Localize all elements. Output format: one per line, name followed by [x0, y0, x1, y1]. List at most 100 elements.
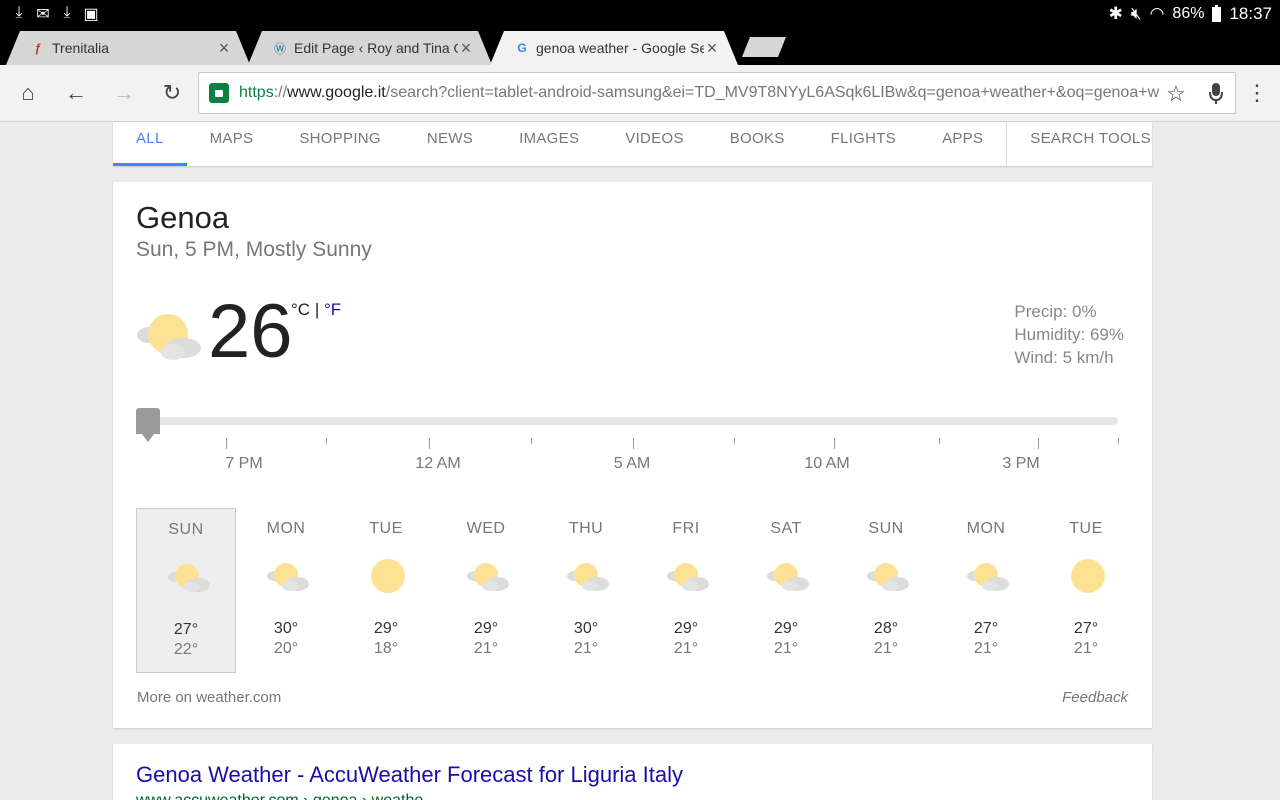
status-bar: ⤓ ✉ ⤓ ▣ ✱ 🔇︎ ◠ 86% 18:37 [0, 0, 1280, 28]
forecast-day[interactable]: FRI 29° 21° [636, 508, 736, 673]
battery-icon [1212, 4, 1222, 22]
hourly-slider-track[interactable] [137, 417, 1118, 425]
high-temp: 27° [1073, 620, 1099, 637]
tab-all[interactable]: ALL [113, 122, 187, 166]
weather-details: Precip: 0% Humidity: 69% Wind: 5 km/h [1014, 300, 1124, 369]
forward-icon[interactable]: → [110, 79, 138, 107]
page-content: ALL MAPS SHOPPING NEWS IMAGES VIDEOS BOO… [0, 122, 1280, 800]
day-name: SUN [868, 520, 904, 537]
notification-icons: ⤓ ✉ ⤓ ▣ [10, 4, 100, 24]
feedback-link[interactable]: Feedback [1062, 689, 1128, 706]
tab-videos[interactable]: VIDEOS [602, 122, 706, 166]
timeline-label: 7 PM [225, 455, 263, 472]
low-temp: 22° [173, 641, 199, 658]
forecast-day[interactable]: MON 30° 20° [236, 508, 336, 673]
high-temp: 29° [773, 620, 799, 637]
reload-icon[interactable]: ↻ [158, 79, 186, 107]
forecast-day[interactable]: TUE 29° 18° [336, 508, 436, 673]
tab-books[interactable]: BOOKS [707, 122, 808, 166]
forecast-day[interactable]: THU 30° 21° [536, 508, 636, 673]
unit-fahrenheit[interactable]: °F [324, 300, 341, 319]
tab-search-tools[interactable]: SEARCH TOOLS [1006, 122, 1152, 166]
search-result: Genoa Weather - AccuWeather Forecast for… [113, 744, 1152, 800]
wordpress-icon: Ⓦ [273, 41, 286, 56]
tab-strip: ƒ Trenitalia × Ⓦ Edit Page ‹ Roy and Tin… [0, 28, 1280, 65]
email-icon: ✉ [36, 6, 50, 23]
low-temp: 21° [1073, 640, 1099, 657]
menu-icon[interactable]: ⋮ [1243, 79, 1271, 107]
forecast-day[interactable]: MON 27° 21° [936, 508, 1036, 673]
precip: Precip: 0% [1014, 302, 1097, 321]
forecast-day[interactable]: WED 29° 21° [436, 508, 536, 673]
result-title-link[interactable]: Genoa Weather - AccuWeather Forecast for… [136, 762, 683, 788]
hourly-slider-thumb[interactable] [136, 408, 160, 442]
low-temp: 21° [473, 640, 499, 657]
partly-sunny-icon [267, 563, 310, 591]
tab-title: genoa weather - Google Sear [536, 40, 704, 56]
address-bar[interactable]: https://www.google.it/search?client=tabl… [198, 72, 1236, 114]
timeline-label: 10 AM [804, 455, 850, 472]
partly-sunny-icon [667, 563, 710, 591]
tab-edit-page[interactable]: Ⓦ Edit Page ‹ Roy and Tina Out × [248, 31, 492, 65]
partly-sunny-icon [967, 563, 1010, 591]
daily-forecast: SUN 27° 22° MON 30° 20° TUE 29° 18° WED 29° 21° THU 3… [136, 508, 1136, 674]
low-temp: 18° [373, 640, 399, 657]
home-icon[interactable]: ⌂ [14, 79, 42, 107]
high-temp: 27° [173, 621, 199, 638]
tab-images[interactable]: IMAGES [496, 122, 602, 166]
lock-icon [209, 83, 229, 103]
slider-tick [326, 438, 327, 444]
trenitalia-icon: ƒ [34, 41, 42, 55]
tab-flights[interactable]: FLIGHTS [808, 122, 919, 166]
back-icon[interactable]: ← [62, 79, 90, 107]
url-text[interactable]: https://www.google.it/search?client=tabl… [239, 84, 1159, 102]
unit-celsius[interactable]: °C [291, 300, 310, 319]
high-temp: 29° [373, 620, 399, 637]
high-temp: 27° [973, 620, 999, 637]
tab-news[interactable]: NEWS [404, 122, 496, 166]
close-icon[interactable]: × [704, 38, 720, 59]
wind: Wind: 5 km/h [1014, 348, 1114, 367]
microphone-icon[interactable] [1203, 81, 1229, 107]
close-icon[interactable]: × [216, 38, 232, 59]
clock: 18:37 [1229, 4, 1272, 23]
low-temp: 21° [773, 640, 799, 657]
weather-city: Genoa [136, 200, 230, 235]
slider-tick [939, 438, 940, 444]
forecast-day[interactable]: SUN 28° 21° [836, 508, 936, 673]
slider-tick [429, 438, 430, 449]
day-name: TUE [1069, 520, 1103, 537]
slider-tick [633, 438, 634, 449]
tab-trenitalia[interactable]: ƒ Trenitalia × [6, 31, 250, 65]
more-weather-link[interactable]: More on weather.com [137, 689, 281, 706]
close-icon[interactable]: × [458, 38, 474, 59]
partly-sunny-icon [137, 314, 201, 360]
google-icon: G [517, 41, 527, 55]
low-temp: 21° [873, 640, 899, 657]
star-icon[interactable]: ☆ [1163, 81, 1189, 107]
day-name: WED [466, 520, 506, 537]
low-temp: 21° [973, 640, 999, 657]
day-name: FRI [672, 520, 700, 537]
download-icon: ⤓ [15, 4, 23, 21]
current-temperature: 26 [208, 289, 293, 374]
day-name: MON [266, 520, 306, 537]
tab-google-search[interactable]: G genoa weather - Google Sear × [490, 31, 738, 65]
forecast-day[interactable]: TUE 27° 21° [1036, 508, 1136, 673]
day-name: MON [966, 520, 1006, 537]
tab-shopping[interactable]: SHOPPING [276, 122, 404, 166]
low-temp: 21° [673, 640, 699, 657]
forecast-day[interactable]: SAT 29° 21° [736, 508, 836, 673]
wifi-icon: ◠ [1149, 4, 1165, 23]
sunny-icon [371, 559, 406, 593]
slider-tick [531, 438, 532, 444]
tab-maps[interactable]: MAPS [187, 122, 277, 166]
low-temp: 21° [573, 640, 599, 657]
unit-toggle: °C | °F [291, 300, 342, 319]
tab-apps[interactable]: APPS [919, 122, 1006, 166]
new-tab-button[interactable] [742, 37, 786, 57]
day-name: TUE [369, 520, 403, 537]
partly-sunny-icon [867, 563, 910, 591]
forecast-day[interactable]: SUN 27° 22° [136, 508, 237, 673]
high-temp: 30° [273, 620, 299, 637]
